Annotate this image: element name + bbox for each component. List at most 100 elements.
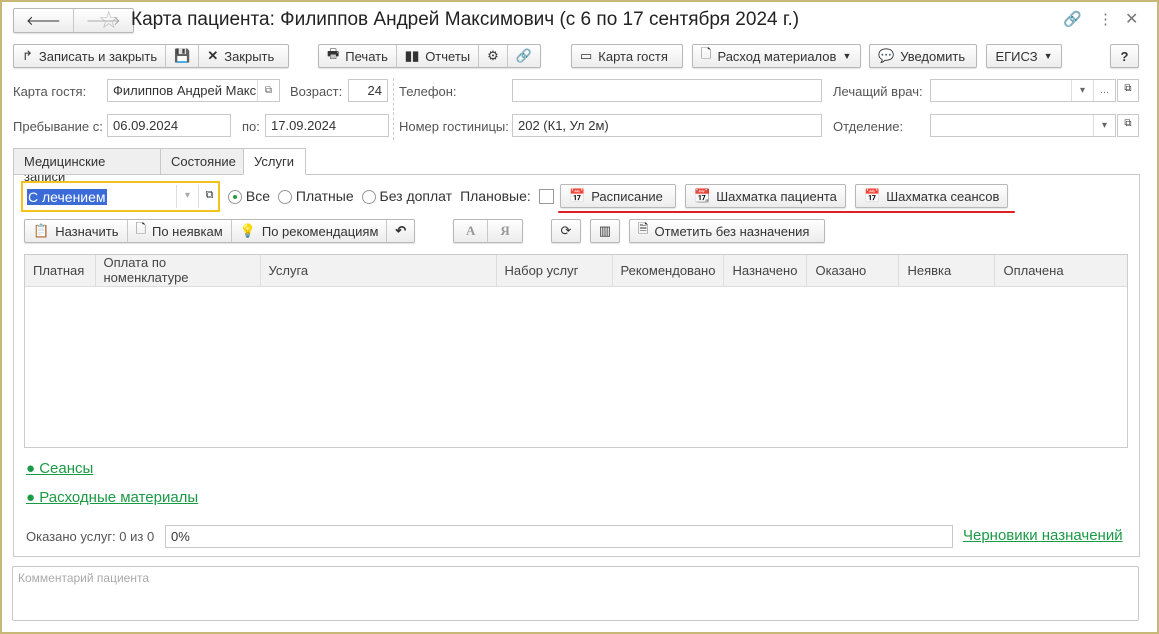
- dropdown-icon[interactable]: ▾: [1071, 80, 1093, 101]
- col-service-set[interactable]: Набор услуг: [496, 255, 613, 287]
- by-recommend-button[interactable]: 💡 По рекомендациям: [232, 220, 388, 242]
- phone-field[interactable]: [512, 79, 822, 102]
- stay-to-label: по:: [242, 119, 260, 134]
- schedule-button[interactable]: 📅 Расписание: [560, 184, 676, 208]
- dropdown-icon[interactable]: ▾: [176, 185, 198, 208]
- font-a-button[interactable]: А: [454, 220, 489, 242]
- egisz-button[interactable]: ЕГИСЗ ▼: [986, 44, 1062, 68]
- stay-from-field[interactable]: 06.09.2024: [107, 114, 231, 137]
- assign-button[interactable]: 📋 Назначить: [25, 220, 128, 242]
- radio-dot: [228, 190, 242, 205]
- room-label: Номер гостиницы:: [399, 119, 509, 134]
- save-button[interactable]: 💾: [166, 45, 200, 67]
- ellipsis-icon[interactable]: …: [1093, 80, 1115, 101]
- guest-card-field[interactable]: Филиппов Андрей Макс ⧉: [107, 79, 280, 102]
- undo-button[interactable]: ↶: [387, 220, 414, 242]
- print-button[interactable]: 🖶 Печать: [319, 45, 397, 67]
- save-close-icon: ↱: [22, 48, 33, 63]
- calendar-icon: 📅: [569, 188, 586, 203]
- close-icon[interactable]: ✕: [1125, 9, 1138, 29]
- columns-button[interactable]: ▥: [590, 219, 620, 243]
- tab-services[interactable]: Услуги: [243, 148, 306, 175]
- reports-button[interactable]: ▮▮ Отчеты: [397, 45, 480, 67]
- save-close-button[interactable]: ↱ Записать и закрыть: [14, 45, 167, 67]
- save-group: ↱ Записать и закрыть 💾 ✕ Закрыть: [13, 44, 290, 68]
- col-assigned[interactable]: Назначено: [723, 255, 808, 287]
- columns-icon: ▥: [598, 223, 612, 238]
- tab-medical-records[interactable]: Медицинские записи: [13, 148, 161, 184]
- col-noshow[interactable]: Неявка: [898, 255, 996, 287]
- font-ya-button[interactable]: Я: [488, 220, 521, 242]
- department-field[interactable]: ▾: [930, 114, 1116, 137]
- services-table[interactable]: Платная Оплата по номенклатуре Услуга На…: [24, 254, 1128, 448]
- speech-icon: 💬: [878, 48, 895, 63]
- session-chess-button[interactable]: 📅 Шахматка сеансов: [855, 184, 1008, 208]
- open-icon[interactable]: ⧉: [198, 185, 220, 208]
- col-nomenclature-payment[interactable]: Оплата по номенклатуре: [95, 255, 261, 287]
- floppy-icon: 💾: [174, 48, 191, 63]
- materials-button[interactable]: 🗋 Расход материалов ▼: [692, 44, 861, 68]
- mark-without-button[interactable]: 🗎 Отметить без назначения: [629, 219, 825, 243]
- stay-to-field[interactable]: 17.09.2024: [265, 114, 389, 137]
- col-provided[interactable]: Оказано: [806, 255, 900, 287]
- dropdown-icon[interactable]: ▾: [1093, 115, 1115, 136]
- doctor-field[interactable]: ▾…: [930, 79, 1116, 102]
- settings-button[interactable]: ⚙: [479, 45, 508, 67]
- help-button[interactable]: ?: [1110, 44, 1139, 68]
- planned-label: Плановые:: [460, 188, 531, 205]
- radio-no-extra[interactable]: Без доплат: [361, 188, 452, 205]
- filter-select[interactable]: С лечением ▾ ⧉: [21, 181, 220, 212]
- printer-icon: 🖶: [327, 46, 340, 61]
- radio-paid[interactable]: Платные: [278, 188, 354, 205]
- x-icon: ✕: [207, 48, 219, 63]
- refresh-icon: ⟳: [560, 223, 572, 238]
- provided-count: Оказано услуг: 0 из 0: [26, 529, 155, 544]
- undo-icon: ↶: [395, 223, 407, 238]
- col-service[interactable]: Услуга: [260, 255, 497, 287]
- open-icon[interactable]: ⧉: [257, 80, 279, 101]
- divider: [393, 78, 394, 140]
- patient-chess-button[interactable]: 📆 Шахматка пациента: [685, 184, 846, 208]
- progress-bar: 0%: [165, 525, 953, 548]
- col-paid[interactable]: Платная: [25, 255, 96, 287]
- sessions-link[interactable]: ● Сеансы: [26, 460, 93, 477]
- guest-card-label: Карта гостя:: [13, 84, 87, 99]
- window-title: Карта пациента: Филиппов Андрей Максимов…: [131, 9, 800, 30]
- close-button[interactable]: ✕ Закрыть: [199, 45, 288, 67]
- lightbulb-icon: 💡: [239, 223, 256, 238]
- doc-plus-icon: 🗋: [135, 221, 146, 236]
- star-icon[interactable]: ☆: [98, 6, 120, 35]
- link-icon[interactable]: 🔗: [1063, 10, 1082, 28]
- drafts-link[interactable]: Черновики назначений: [963, 527, 1123, 544]
- radio-all[interactable]: Все: [228, 188, 270, 205]
- refresh-button[interactable]: ⟳: [551, 219, 581, 243]
- assign-group: 📋 Назначить 🗋 По неявкам 💡 По рекомендациям…: [24, 219, 416, 243]
- link-button[interactable]: 🔗: [508, 45, 540, 67]
- notify-button[interactable]: 💬 Уведомить: [869, 44, 977, 68]
- planned-checkbox[interactable]: [538, 188, 554, 204]
- chevron-down-icon: ▼: [842, 51, 852, 61]
- table-header: Платная Оплата по номенклатуре Услуга На…: [25, 255, 1127, 287]
- doctor-open-button[interactable]: ⧉: [1117, 79, 1139, 102]
- stay-from-label: Пребывание с:: [13, 119, 103, 134]
- age-label: Возраст:: [290, 84, 343, 99]
- chevron-down-icon: ▼: [1043, 51, 1053, 61]
- radio-dot: [361, 190, 376, 205]
- calendar-clock-icon: 📅: [864, 188, 881, 203]
- red-underline-annotation: [558, 211, 1015, 213]
- more-icon[interactable]: ⋮: [1098, 10, 1113, 28]
- patient-comment-field[interactable]: Комментарий пациента: [12, 566, 1139, 621]
- col-paid-status[interactable]: Оплачена: [994, 255, 1127, 287]
- room-field[interactable]: 202 (К1, Ул 2м): [512, 114, 822, 137]
- age-field[interactable]: 24: [348, 79, 388, 102]
- materials-link[interactable]: ● Расходные материалы: [26, 489, 198, 506]
- department-open-button[interactable]: ⧉: [1117, 114, 1139, 137]
- card-icon: ▭: [580, 48, 593, 63]
- tab-state[interactable]: Состояние: [160, 148, 244, 175]
- back-button[interactable]: 🡐: [14, 9, 74, 32]
- by-noshow-button[interactable]: 🗋 По неявкам: [128, 220, 232, 242]
- doc-check-icon: 🗎: [638, 221, 649, 236]
- guest-card-button[interactable]: ▭ Карта гостя: [571, 44, 683, 68]
- col-recommended[interactable]: Рекомендовано: [612, 255, 725, 287]
- chart-icon: ▮▮: [404, 48, 420, 63]
